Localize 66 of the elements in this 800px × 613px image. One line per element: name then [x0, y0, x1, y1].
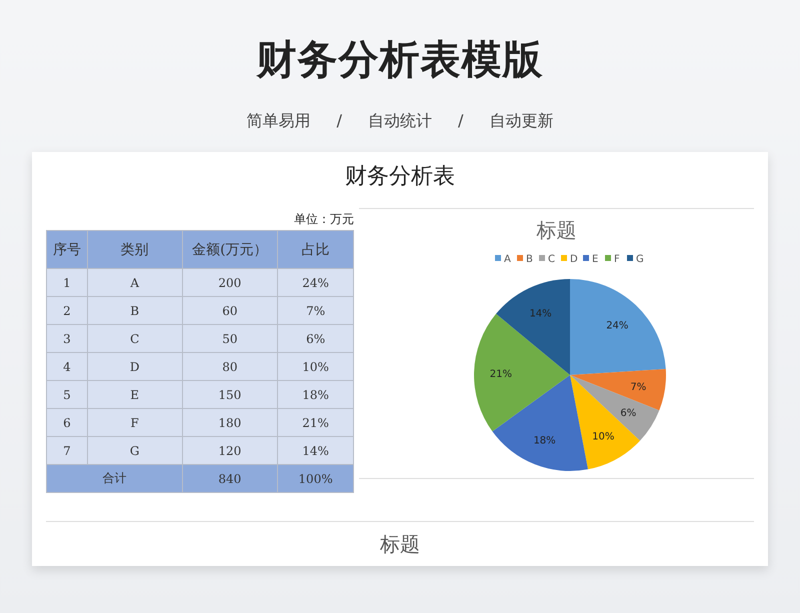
data-label: 21% — [490, 368, 512, 380]
table-cell: 2 — [46, 296, 88, 324]
total-cell: 合计 — [46, 464, 182, 492]
legend-swatch — [583, 255, 589, 261]
table-cell: 5 — [46, 380, 88, 408]
legend-swatch — [517, 255, 523, 261]
data-label: 18% — [533, 435, 556, 446]
table-cell: 4 — [46, 352, 88, 380]
table-cell: 7% — [278, 296, 354, 324]
data-label: 7% — [630, 382, 646, 393]
feature-label: 自动更新 — [489, 110, 554, 132]
legend-label: A — [504, 254, 511, 265]
table-cell: 1 — [46, 268, 88, 296]
legend-swatch — [539, 255, 545, 261]
feature-label: 自动统计 — [368, 110, 432, 132]
table-cell: A — [87, 268, 182, 296]
table-cell: 6 — [46, 408, 88, 436]
table-cell: D — [87, 352, 182, 380]
table-cell: 7 — [46, 436, 88, 464]
column-header: 类别 — [87, 230, 182, 268]
table-cell: 150 — [182, 380, 278, 408]
table-cell: 10% — [278, 352, 354, 380]
column-header: 金额(万元） — [182, 230, 278, 268]
legend-label: B — [526, 254, 533, 265]
separator: / — [458, 110, 464, 132]
data-label: 10% — [592, 432, 614, 443]
legend-label: F — [614, 254, 620, 265]
table-cell: 200 — [182, 268, 278, 296]
total-cell: 840 — [182, 464, 278, 492]
data-label: 14% — [529, 308, 552, 320]
separator: / — [336, 110, 342, 132]
feature-label: 简单易用 — [246, 110, 311, 132]
table-cell: B — [87, 296, 182, 324]
chart-title: 标题 — [536, 217, 576, 243]
legend-label: E — [592, 254, 598, 265]
page-title: 财务分析表模版 — [256, 36, 544, 85]
table-cell: 60 — [182, 296, 278, 324]
legend-label: G — [636, 254, 644, 265]
column-header: 序号 — [46, 230, 88, 268]
table-cell: 120 — [182, 436, 278, 464]
table-cell: F — [87, 408, 182, 436]
legend-swatch — [561, 255, 567, 261]
table-cell: C — [87, 324, 182, 352]
data-label: 6% — [620, 408, 636, 420]
legend-label: D — [570, 254, 578, 265]
table-cell: 24% — [278, 268, 354, 296]
legend-swatch — [627, 255, 633, 261]
column-header: 占比 — [278, 230, 354, 268]
table-cell: 6% — [278, 324, 354, 352]
sheet-title: 财务分析表 — [344, 163, 456, 191]
table-cell: 18% — [278, 380, 354, 408]
legend-label: C — [548, 254, 555, 265]
data-label: 24% — [606, 320, 628, 332]
table-cell: 21% — [278, 408, 354, 436]
table-cell: E — [87, 380, 182, 408]
total-cell: 100% — [278, 464, 354, 492]
legend-swatch — [495, 255, 501, 261]
section-title: 标题 — [380, 531, 420, 558]
unit-label: 单位：万元 — [294, 212, 354, 226]
table-cell: 180 — [182, 408, 278, 436]
table-cell: 50 — [182, 324, 278, 352]
table-cell: G — [87, 436, 182, 464]
legend-swatch — [605, 255, 611, 261]
table-cell: 14% — [278, 436, 354, 464]
table-cell: 3 — [46, 324, 88, 352]
table-cell: 80 — [182, 352, 278, 380]
